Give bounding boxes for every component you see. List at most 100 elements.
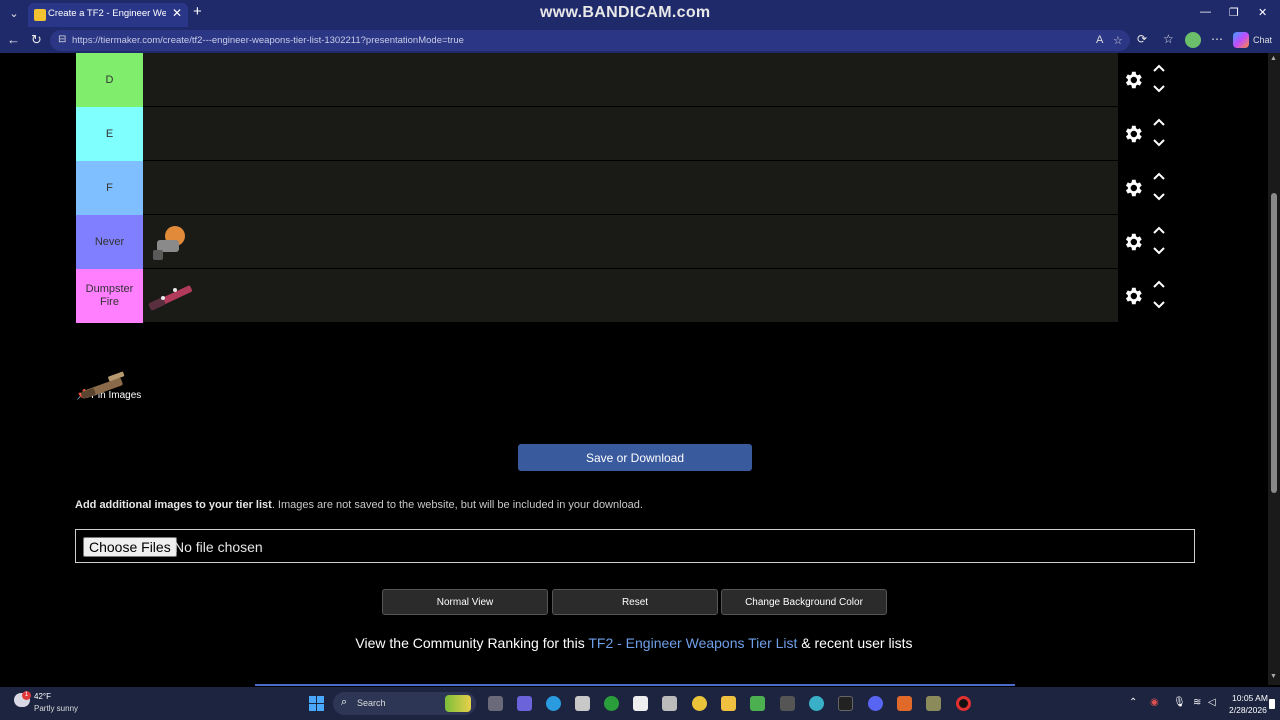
notification-icon[interactable] (1269, 699, 1275, 709)
weather-badge: 1 (22, 691, 31, 700)
new-tab-button[interactable]: + (193, 3, 202, 20)
tiermaker-page: DEFNeverDumpster Fire 📌 Pin Images Save … (0, 53, 1268, 685)
tier-row-controls (1122, 269, 1172, 323)
taskbar-search[interactable]: ⌕ Search (333, 692, 476, 715)
tier-settings-gear-icon[interactable] (1122, 285, 1144, 307)
window-close-icon[interactable]: ✕ (1258, 6, 1267, 19)
move-tier-up-icon[interactable] (1152, 63, 1166, 73)
unranked-weapon-shotgun-icon[interactable] (78, 360, 128, 408)
file-explorer-icon[interactable] (721, 696, 736, 711)
more-options-icon[interactable]: ⋯ (1211, 32, 1223, 46)
scroll-down-icon[interactable]: ▼ (1270, 673, 1277, 680)
tab-actions-icon[interactable]: ⌄ (4, 4, 24, 24)
xbox-icon[interactable] (604, 696, 619, 711)
copilot-icon[interactable] (1233, 32, 1249, 48)
url-field[interactable]: ⊟ https://tiermaker.com/create/tf2---eng… (50, 30, 1130, 51)
tier-settings-gear-icon[interactable] (1122, 123, 1144, 145)
page-progress-line (255, 684, 1015, 686)
weather-temperature[interactable]: 42°F (34, 692, 51, 701)
tier-row: D (76, 53, 1118, 107)
read-aloud-icon[interactable]: A (1096, 34, 1103, 46)
clock-date[interactable]: 2/28/2026 (1229, 705, 1267, 715)
search-highlight-icon (445, 695, 471, 712)
tier-settings-gear-icon[interactable] (1122, 69, 1144, 91)
scrollbar-thumb[interactable] (1271, 193, 1277, 493)
microsoft-store-icon[interactable] (575, 696, 590, 711)
teams-icon[interactable] (517, 696, 532, 711)
tier-row-controls (1122, 107, 1172, 161)
scroll-up-icon[interactable]: ▲ (1270, 55, 1277, 62)
reset-button[interactable]: Reset (552, 589, 718, 615)
notepad-icon[interactable] (633, 696, 648, 711)
tier-row: F (76, 161, 1118, 215)
file-status-text: No file chosen (174, 539, 263, 555)
tier-label[interactable]: E (76, 107, 143, 161)
browser-app-icon[interactable] (809, 696, 824, 711)
app-icon[interactable] (780, 696, 795, 711)
chat-label[interactable]: Chat (1253, 35, 1272, 45)
move-tier-down-icon[interactable] (1152, 192, 1166, 202)
tier-label[interactable]: Dumpster Fire (76, 269, 143, 323)
move-tier-down-icon[interactable] (1152, 138, 1166, 148)
community-prefix: View the Community Ranking for this (355, 635, 589, 651)
tier-row: Dumpster Fire (76, 269, 1118, 323)
app-game-icon[interactable] (926, 696, 941, 711)
favorites-icon[interactable]: ☆ (1163, 32, 1174, 46)
site-info-icon[interactable]: ⊟ (58, 34, 66, 45)
url-text: https://tiermaker.com/create/tf2---engin… (72, 35, 464, 46)
discord-icon[interactable] (868, 696, 883, 711)
maximize-icon[interactable]: ❐ (1229, 6, 1239, 19)
bandicam-record-icon[interactable] (956, 696, 971, 711)
chrome-icon[interactable] (692, 696, 707, 711)
tier-row: E (76, 107, 1118, 161)
weapon-gunslinger-icon[interactable] (147, 218, 197, 266)
tier-label[interactable]: Never (76, 215, 143, 269)
tier-settings-gear-icon[interactable] (1122, 177, 1144, 199)
minimize-icon[interactable]: — (1200, 6, 1211, 18)
move-tier-up-icon[interactable] (1152, 225, 1166, 235)
move-tier-up-icon[interactable] (1152, 279, 1166, 289)
app-orange-icon[interactable] (897, 696, 912, 711)
file-upload-box: Choose Files No file chosen (75, 529, 1195, 563)
weapon-festive-shotgun-icon[interactable] (145, 272, 195, 320)
tier-row-controls (1122, 161, 1172, 215)
move-tier-down-icon[interactable] (1152, 84, 1166, 94)
start-menu-icon[interactable] (309, 696, 324, 711)
profile-avatar-icon[interactable] (1185, 32, 1201, 48)
weather-description[interactable]: Partly sunny (34, 704, 78, 713)
microphone-icon[interactable]: 🎙 (1173, 697, 1186, 708)
move-tier-up-icon[interactable] (1152, 117, 1166, 127)
task-view-icon[interactable] (488, 696, 503, 711)
browser-tab-bar: ⌄ Create a TF2 - Engineer Weapons ✕ + ww… (0, 0, 1280, 28)
tray-app-icon[interactable]: ◉ (1150, 697, 1159, 708)
tier-label[interactable]: F (76, 161, 143, 215)
community-ranking-link[interactable]: TF2 - Engineer Weapons Tier List (588, 635, 797, 651)
tier-label[interactable]: D (76, 53, 143, 107)
windows-taskbar: 1 42°F Partly sunny ⌕ Search ⌃ ◉ 🎙 ≋ ◁ 1… (0, 687, 1280, 720)
tier-settings-gear-icon[interactable] (1122, 231, 1144, 253)
clock-time[interactable]: 10:05 AM (1232, 693, 1268, 703)
edge-browser-icon[interactable] (546, 696, 561, 711)
normal-view-button[interactable]: Normal View (382, 589, 548, 615)
save-or-download-button[interactable]: Save or Download (518, 444, 752, 471)
tab-title: Create a TF2 - Engineer Weapons (48, 8, 166, 19)
volume-icon[interactable]: ◁ (1208, 697, 1216, 708)
move-tier-down-icon[interactable] (1152, 246, 1166, 256)
refresh-icon[interactable]: ↻ (31, 32, 42, 48)
tray-overflow-icon[interactable]: ⌃ (1129, 697, 1137, 708)
extensions-icon[interactable]: ⟳ (1137, 32, 1147, 46)
move-tier-down-icon[interactable] (1152, 300, 1166, 310)
back-arrow-icon[interactable]: ← (7, 32, 20, 47)
minecraft-icon[interactable] (750, 696, 765, 711)
wifi-icon[interactable]: ≋ (1193, 697, 1201, 708)
choose-files-button[interactable]: Choose Files (83, 537, 177, 557)
terminal-icon[interactable] (838, 696, 853, 711)
browser-tab[interactable]: Create a TF2 - Engineer Weapons ✕ (28, 3, 188, 27)
search-icon: ⌕ (341, 696, 348, 708)
favorite-star-icon[interactable]: ☆ (1113, 34, 1123, 47)
page-scrollbar[interactable]: ▲ ▼ (1268, 53, 1280, 685)
change-background-color-button[interactable]: Change Background Color (721, 589, 887, 615)
move-tier-up-icon[interactable] (1152, 171, 1166, 181)
tab-close-icon[interactable]: ✕ (172, 6, 182, 20)
media-player-icon[interactable] (662, 696, 677, 711)
